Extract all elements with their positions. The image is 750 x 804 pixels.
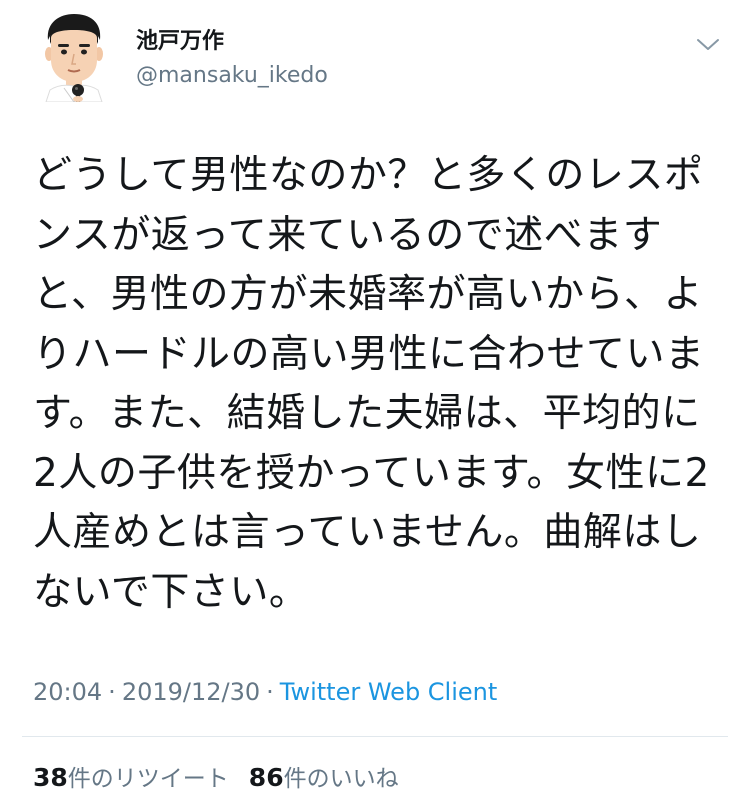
tweet-text: どうして男性なのか？と多くのレスポ ンスが返って来ているので述べます と、男性の方が… xyxy=(33,146,733,622)
tweet-text-line: 人産めとは言っていません。曲解はし xyxy=(33,510,702,555)
divider xyxy=(22,736,728,737)
meta-separator: · xyxy=(266,678,274,706)
meta-separator: · xyxy=(108,678,116,706)
retweet-label: 件のリツイート xyxy=(67,766,229,792)
display-name[interactable]: 池戸万作 xyxy=(136,28,328,56)
like-label: 件のいいね xyxy=(283,766,399,792)
tweet-text-line: りハードルの高い男性に合わせていま xyxy=(33,331,705,377)
tweet-text-line: す。また、結婚した夫婦は、平均的に xyxy=(33,391,701,436)
tweet-text-line: どうして男性なのか？と多くのレスポ xyxy=(33,153,704,198)
avatar[interactable] xyxy=(40,10,108,103)
client-link[interactable]: Twitter Web Client xyxy=(280,678,498,706)
tweet-text-line: ンスが返って来ているので述べます xyxy=(33,212,663,258)
tweet-text-line: 2人の子供を授かっています。女性に2 xyxy=(33,450,710,496)
chevron-down-icon[interactable] xyxy=(694,34,722,54)
retweet-stat[interactable]: 38件のリツイート xyxy=(33,763,229,792)
tweet-meta: 20:04 · 2019/12/30 · Twitter Web Client xyxy=(33,676,497,708)
user-block[interactable]: 池戸万作 @mansaku_ikedo xyxy=(136,28,328,90)
like-count: 86 xyxy=(248,763,284,792)
tweet: 池戸万作 @mansaku_ikedo どうして男性なのか？と多くのレスポ ンスが… xyxy=(0,0,750,804)
tweet-text-line: ないで下さい。 xyxy=(33,569,309,615)
like-stat[interactable]: 86件のいいね xyxy=(248,763,399,792)
retweet-count: 38 xyxy=(33,763,68,792)
tweet-date[interactable]: 2019/12/30 xyxy=(122,678,260,706)
tweet-text-line: と、男性の方が未婚率が高いから、よ xyxy=(33,272,703,317)
screen-name[interactable]: @mansaku_ikedo xyxy=(136,62,328,90)
tweet-stats: 38件のリツイート 86件のいいね xyxy=(33,762,399,795)
tweet-time[interactable]: 20:04 xyxy=(33,678,102,706)
